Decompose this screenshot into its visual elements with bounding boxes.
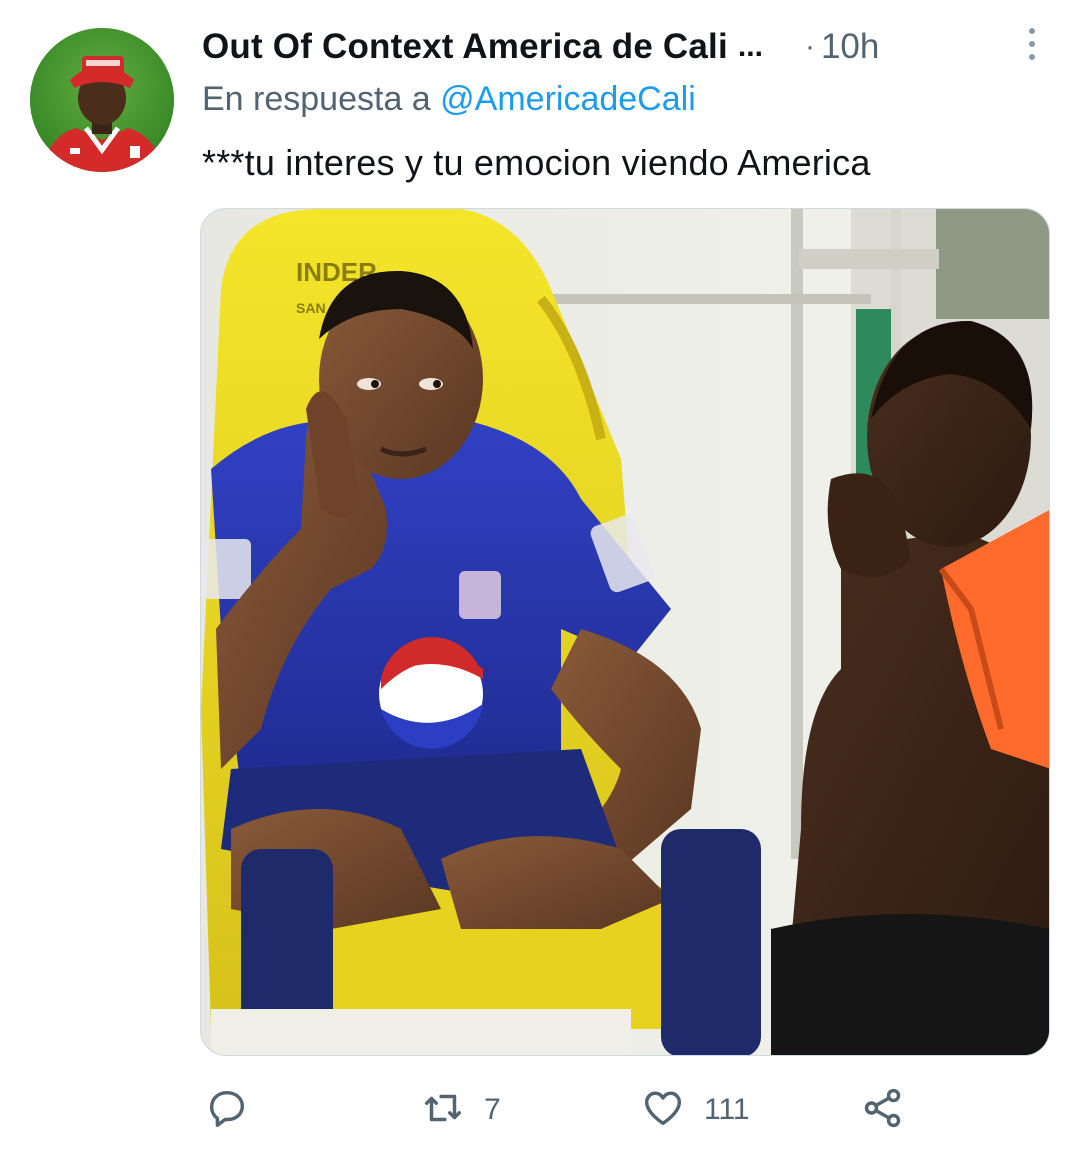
- photo-illustration: INDER SAN: [201, 209, 1049, 1055]
- profile-avatar-image: [30, 28, 174, 172]
- share-button[interactable]: [860, 1080, 906, 1140]
- retweet-button[interactable]: 7: [420, 1080, 501, 1140]
- like-button[interactable]: 111: [640, 1080, 750, 1140]
- tweet-timestamp[interactable]: 10h: [821, 27, 879, 67]
- reply-context: En respuesta a @AmericadeCali: [202, 80, 696, 119]
- tweet-photo[interactable]: INDER SAN: [200, 208, 1050, 1056]
- reply-prefix: En respuesta a: [202, 80, 431, 118]
- tweet-text: ***tu interes y tu emocion viendo Americ…: [202, 142, 871, 183]
- reply-handle-link[interactable]: @AmericadeCali: [440, 80, 696, 118]
- author-name-ellipsis: ...: [737, 30, 763, 63]
- avatar[interactable]: [30, 28, 174, 172]
- author-name[interactable]: Out Of Context America de Cali: [202, 27, 728, 67]
- retweet-icon: [420, 1085, 466, 1136]
- photo-seat-subtext: SAN: [296, 300, 326, 316]
- like-count: 111: [704, 1093, 750, 1126]
- share-icon: [860, 1085, 906, 1136]
- time-separator: ·: [804, 30, 815, 63]
- comment-icon: [204, 1085, 250, 1136]
- tweet-card[interactable]: Out Of Context America de Cali ... · 10h…: [0, 0, 1080, 1150]
- tweet-actions: 7 111: [200, 1080, 920, 1140]
- more-options-icon[interactable]: [1022, 28, 1042, 66]
- tweet-header: Out Of Context America de Cali ... · 10h: [202, 22, 1042, 72]
- heart-icon: [640, 1085, 686, 1136]
- reply-button[interactable]: [204, 1080, 268, 1140]
- retweet-count: 7: [484, 1093, 501, 1126]
